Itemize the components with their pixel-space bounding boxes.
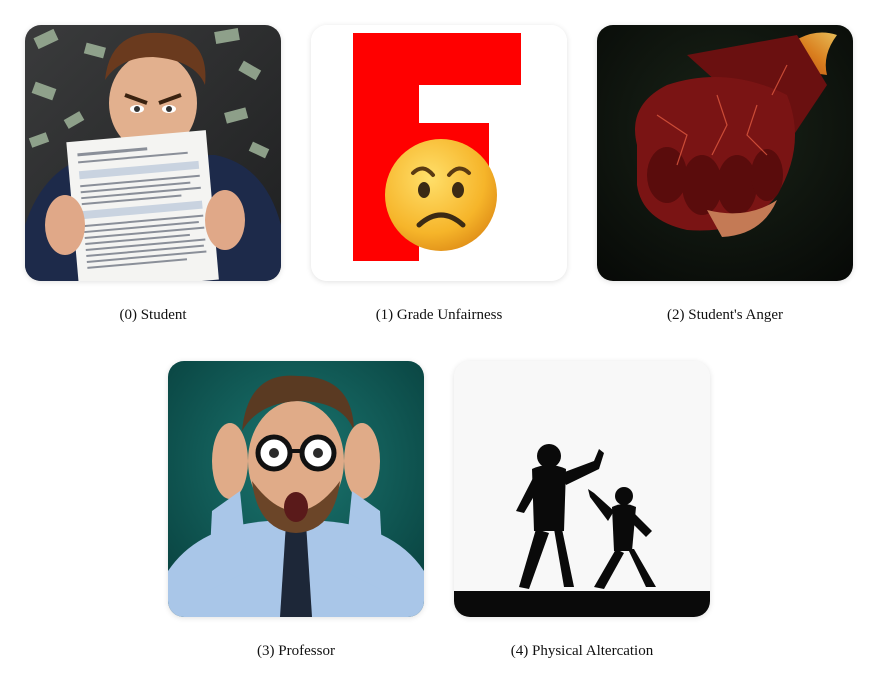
caption-students-anger: (2) Student's Anger: [666, 307, 784, 323]
panel-physical-altercation: [454, 361, 710, 617]
caption-student: (0) Student: [119, 307, 187, 323]
panel-grade-unfairness: [311, 25, 567, 281]
shocked-professor-image: [168, 361, 424, 617]
caption-grade-unfairness: (1) Grade Unfairness: [375, 307, 503, 323]
caption-physical-altercation: (4) Physical Altercation: [510, 643, 654, 659]
student-with-document-image: [25, 25, 281, 281]
caption-professor: (3) Professor: [257, 643, 335, 659]
panel-professor: [168, 361, 424, 617]
burning-fist-image: [597, 25, 853, 281]
fighting-silhouettes-image: [454, 361, 710, 617]
letter-f-sad-face-image: [311, 25, 567, 281]
panel-students-anger: [597, 25, 853, 281]
panel-student: [25, 25, 281, 281]
